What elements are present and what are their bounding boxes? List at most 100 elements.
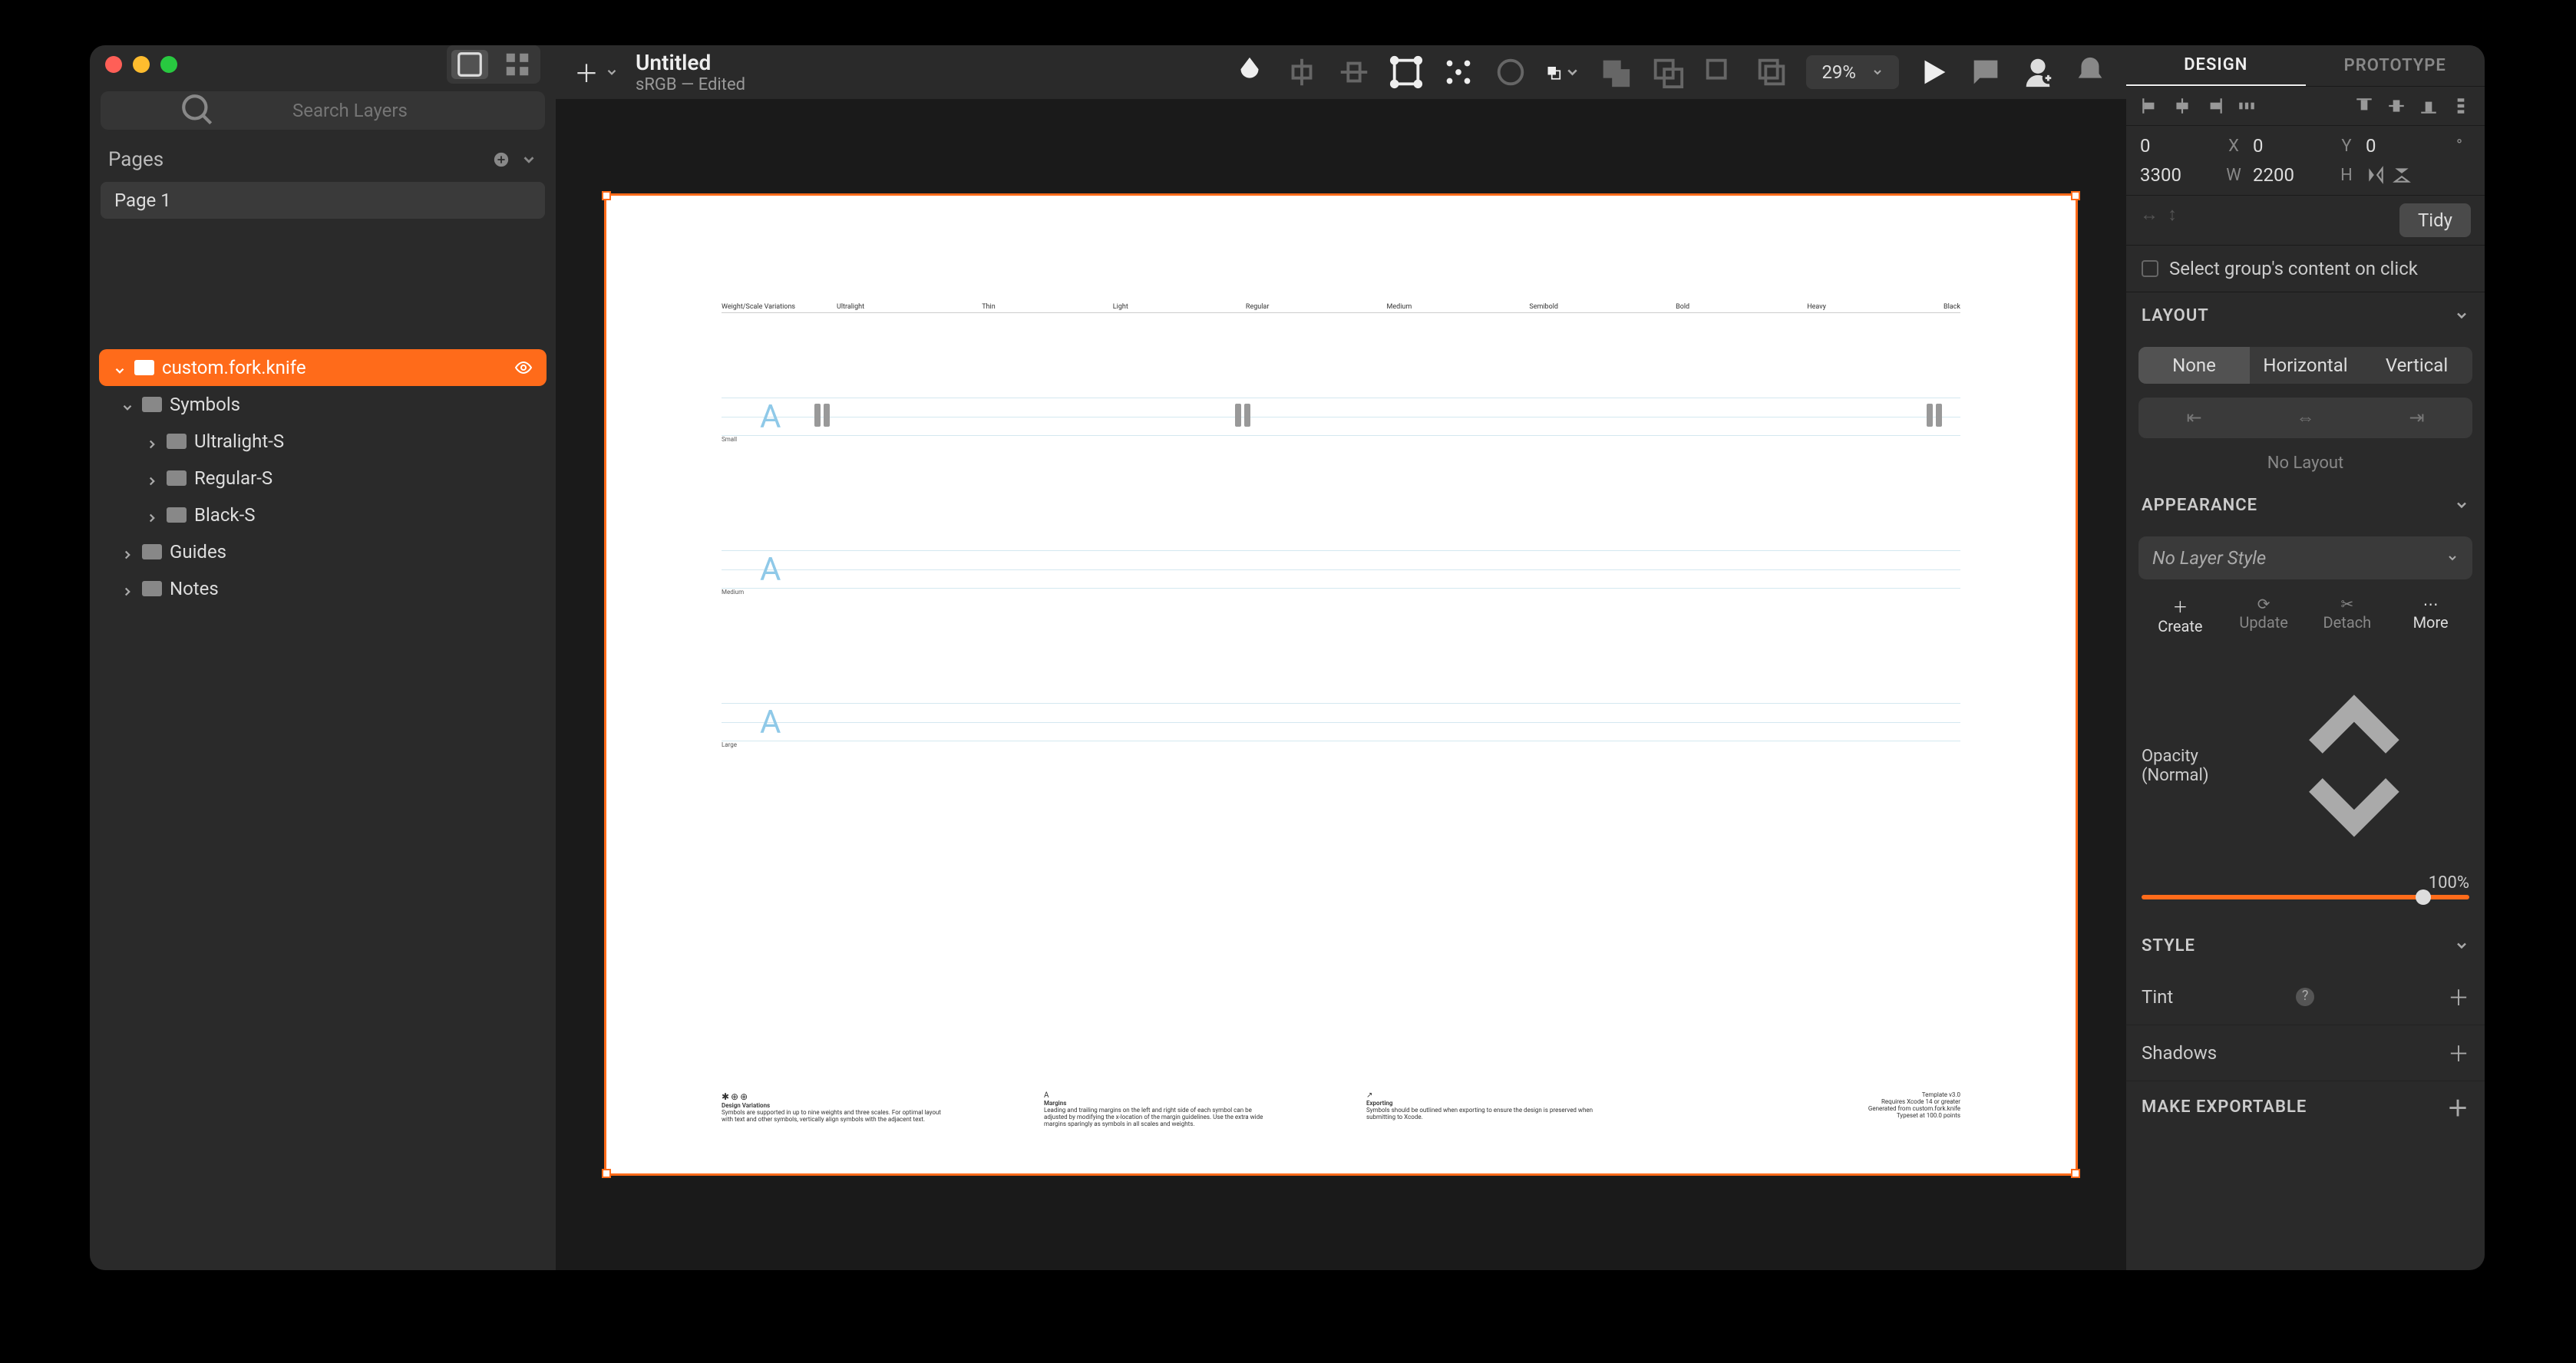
align-bottom-icon[interactable] bbox=[2419, 96, 2439, 116]
align-horizontal-icon[interactable] bbox=[1284, 54, 1319, 90]
align-vcenter-icon[interactable] bbox=[2386, 96, 2406, 116]
tab-prototype[interactable]: PROTOTYPE bbox=[2306, 45, 2485, 86]
stepper-icon[interactable] bbox=[2239, 651, 2469, 881]
create-action[interactable]: ＋Create bbox=[2138, 595, 2222, 635]
symbol-row-medium: A Medium bbox=[722, 550, 1960, 596]
mask-icon[interactable] bbox=[1493, 54, 1528, 90]
resize-handle-tr[interactable] bbox=[2071, 191, 2080, 200]
tint-row[interactable]: Tint ? ＋ bbox=[2126, 969, 2485, 1025]
flip-v-icon[interactable] bbox=[2392, 165, 2412, 185]
layout-pin-start-icon[interactable]: ⇤ bbox=[2138, 398, 2250, 438]
chevron-down-icon[interactable] bbox=[2454, 933, 2469, 959]
h-input[interactable] bbox=[2253, 164, 2327, 186]
chevron-down-icon[interactable] bbox=[520, 151, 537, 168]
difference-icon[interactable] bbox=[1754, 54, 1789, 90]
spacing-h-icon[interactable]: ↔ bbox=[2140, 203, 2160, 223]
notifications-icon[interactable] bbox=[2072, 54, 2108, 90]
update-action[interactable]: ⟳Update bbox=[2222, 595, 2306, 635]
search-layers-bar[interactable] bbox=[101, 91, 545, 130]
style-header: STYLE bbox=[2126, 922, 2485, 969]
align-left-icon[interactable] bbox=[2140, 96, 2160, 116]
y-input[interactable] bbox=[2253, 135, 2327, 157]
search-input[interactable] bbox=[292, 100, 531, 121]
boolean-icon[interactable] bbox=[1545, 54, 1580, 90]
weight-col: Thin bbox=[982, 303, 996, 311]
union-icon[interactable] bbox=[1597, 54, 1633, 90]
weight-col: Light bbox=[1113, 303, 1128, 311]
resize-handle-tl[interactable] bbox=[602, 191, 611, 200]
collaborate-icon[interactable] bbox=[2020, 54, 2056, 90]
footer-line: Requires Xcode 14 or greater bbox=[1868, 1098, 1960, 1105]
tidy-button[interactable]: Tidy bbox=[2399, 203, 2471, 237]
flip-h-icon[interactable] bbox=[2366, 165, 2386, 185]
page-item[interactable]: Page 1 bbox=[101, 182, 545, 219]
comment-icon[interactable] bbox=[1968, 54, 2003, 90]
layout-vertical-button[interactable]: Vertical bbox=[2361, 347, 2472, 384]
insert-button[interactable]: ＋ bbox=[574, 54, 619, 90]
weight-col: Ultralight bbox=[837, 303, 864, 311]
export-header[interactable]: MAKE EXPORTABLE ＋ bbox=[2126, 1081, 2485, 1134]
detach-action[interactable]: ✂Detach bbox=[2306, 595, 2389, 635]
spacing-v-icon[interactable]: ↕ bbox=[2168, 203, 2188, 223]
align-right-icon[interactable] bbox=[2204, 96, 2224, 116]
group-icon[interactable] bbox=[1389, 54, 1424, 90]
distribute-h-icon[interactable] bbox=[2237, 96, 2257, 116]
layout-none-button[interactable]: None bbox=[2138, 347, 2250, 384]
select-group-row[interactable]: Select group's content on click bbox=[2126, 246, 2485, 292]
chevron-down-icon[interactable] bbox=[2454, 303, 2469, 328]
maximize-window-button[interactable] bbox=[160, 56, 177, 73]
minimize-window-button[interactable] bbox=[133, 56, 150, 73]
add-page-icon[interactable] bbox=[493, 151, 510, 168]
rotation-input[interactable] bbox=[2366, 135, 2440, 157]
visibility-icon[interactable] bbox=[514, 358, 533, 377]
layout-horizontal-button[interactable]: Horizontal bbox=[2250, 347, 2361, 384]
layer-notes[interactable]: Notes bbox=[90, 570, 556, 607]
checkbox[interactable] bbox=[2142, 260, 2158, 277]
distribute-v-icon[interactable] bbox=[2451, 96, 2471, 116]
zoom-control[interactable]: 29% bbox=[1806, 55, 1899, 89]
x-input[interactable] bbox=[2140, 135, 2214, 157]
document-title[interactable]: Untitled sRGB — Edited bbox=[636, 50, 745, 94]
shadows-row[interactable]: Shadows ＋ bbox=[2126, 1025, 2485, 1081]
w-input[interactable] bbox=[2140, 164, 2214, 186]
opacity-control: Opacity (Normal) 100% bbox=[2126, 643, 2485, 907]
layer-custom-fork-knife[interactable]: custom.fork.knife bbox=[99, 349, 547, 386]
layer-ultralight-s[interactable]: Ultralight-S bbox=[90, 423, 556, 460]
add-icon[interactable]: ＋ bbox=[2448, 982, 2469, 1012]
canvas[interactable]: Weight/Scale Variations Ultralight Thin … bbox=[556, 99, 2126, 1270]
align-top-icon[interactable] bbox=[2354, 96, 2374, 116]
add-icon[interactable]: ＋ bbox=[2447, 1092, 2469, 1123]
layer-guides[interactable]: Guides bbox=[90, 533, 556, 570]
ungroup-icon[interactable] bbox=[1441, 54, 1476, 90]
list-view-button[interactable] bbox=[451, 50, 488, 79]
artboard[interactable]: Weight/Scale Variations Ultralight Thin … bbox=[604, 193, 2078, 1176]
intersect-icon[interactable] bbox=[1702, 54, 1737, 90]
grid-view-button[interactable] bbox=[499, 50, 536, 79]
layout-pin-end-icon[interactable]: ⇥ bbox=[2361, 398, 2472, 438]
layer-regular-s[interactable]: Regular-S bbox=[90, 460, 556, 497]
row-label: Large bbox=[722, 741, 1960, 748]
footer-col: ↗ Exporting Symbols should be outlined w… bbox=[1366, 1091, 1597, 1127]
add-icon[interactable]: ＋ bbox=[2448, 1038, 2469, 1068]
layer-black-s[interactable]: Black-S bbox=[90, 497, 556, 533]
layer-style-select[interactable]: No Layer Style bbox=[2138, 536, 2472, 579]
letter-a-icon: A bbox=[760, 704, 781, 741]
subtract-icon[interactable] bbox=[1650, 54, 1685, 90]
weight-col: Heavy bbox=[1807, 303, 1826, 311]
fill-icon[interactable] bbox=[1232, 54, 1267, 90]
chevron-down-icon[interactable] bbox=[2454, 493, 2469, 518]
resize-handle-bl[interactable] bbox=[602, 1169, 611, 1178]
tab-design[interactable]: DESIGN bbox=[2126, 45, 2306, 86]
align-hcenter-icon[interactable] bbox=[2172, 96, 2192, 116]
layer-symbols[interactable]: Symbols bbox=[90, 386, 556, 423]
tidy-row: ↔ ↕ Tidy bbox=[2126, 196, 2485, 246]
help-icon[interactable]: ? bbox=[2296, 988, 2314, 1006]
layout-pin-center-icon[interactable]: ⇔ bbox=[2250, 398, 2361, 438]
align-vertical-icon[interactable] bbox=[1336, 54, 1372, 90]
preview-icon[interactable] bbox=[1916, 54, 1951, 90]
close-window-button[interactable] bbox=[105, 56, 122, 73]
row-label: Medium bbox=[722, 589, 1960, 596]
opacity-slider[interactable]: 100% bbox=[2142, 895, 2469, 899]
resize-handle-br[interactable] bbox=[2071, 1169, 2080, 1178]
more-action[interactable]: ⋯More bbox=[2389, 595, 2472, 635]
